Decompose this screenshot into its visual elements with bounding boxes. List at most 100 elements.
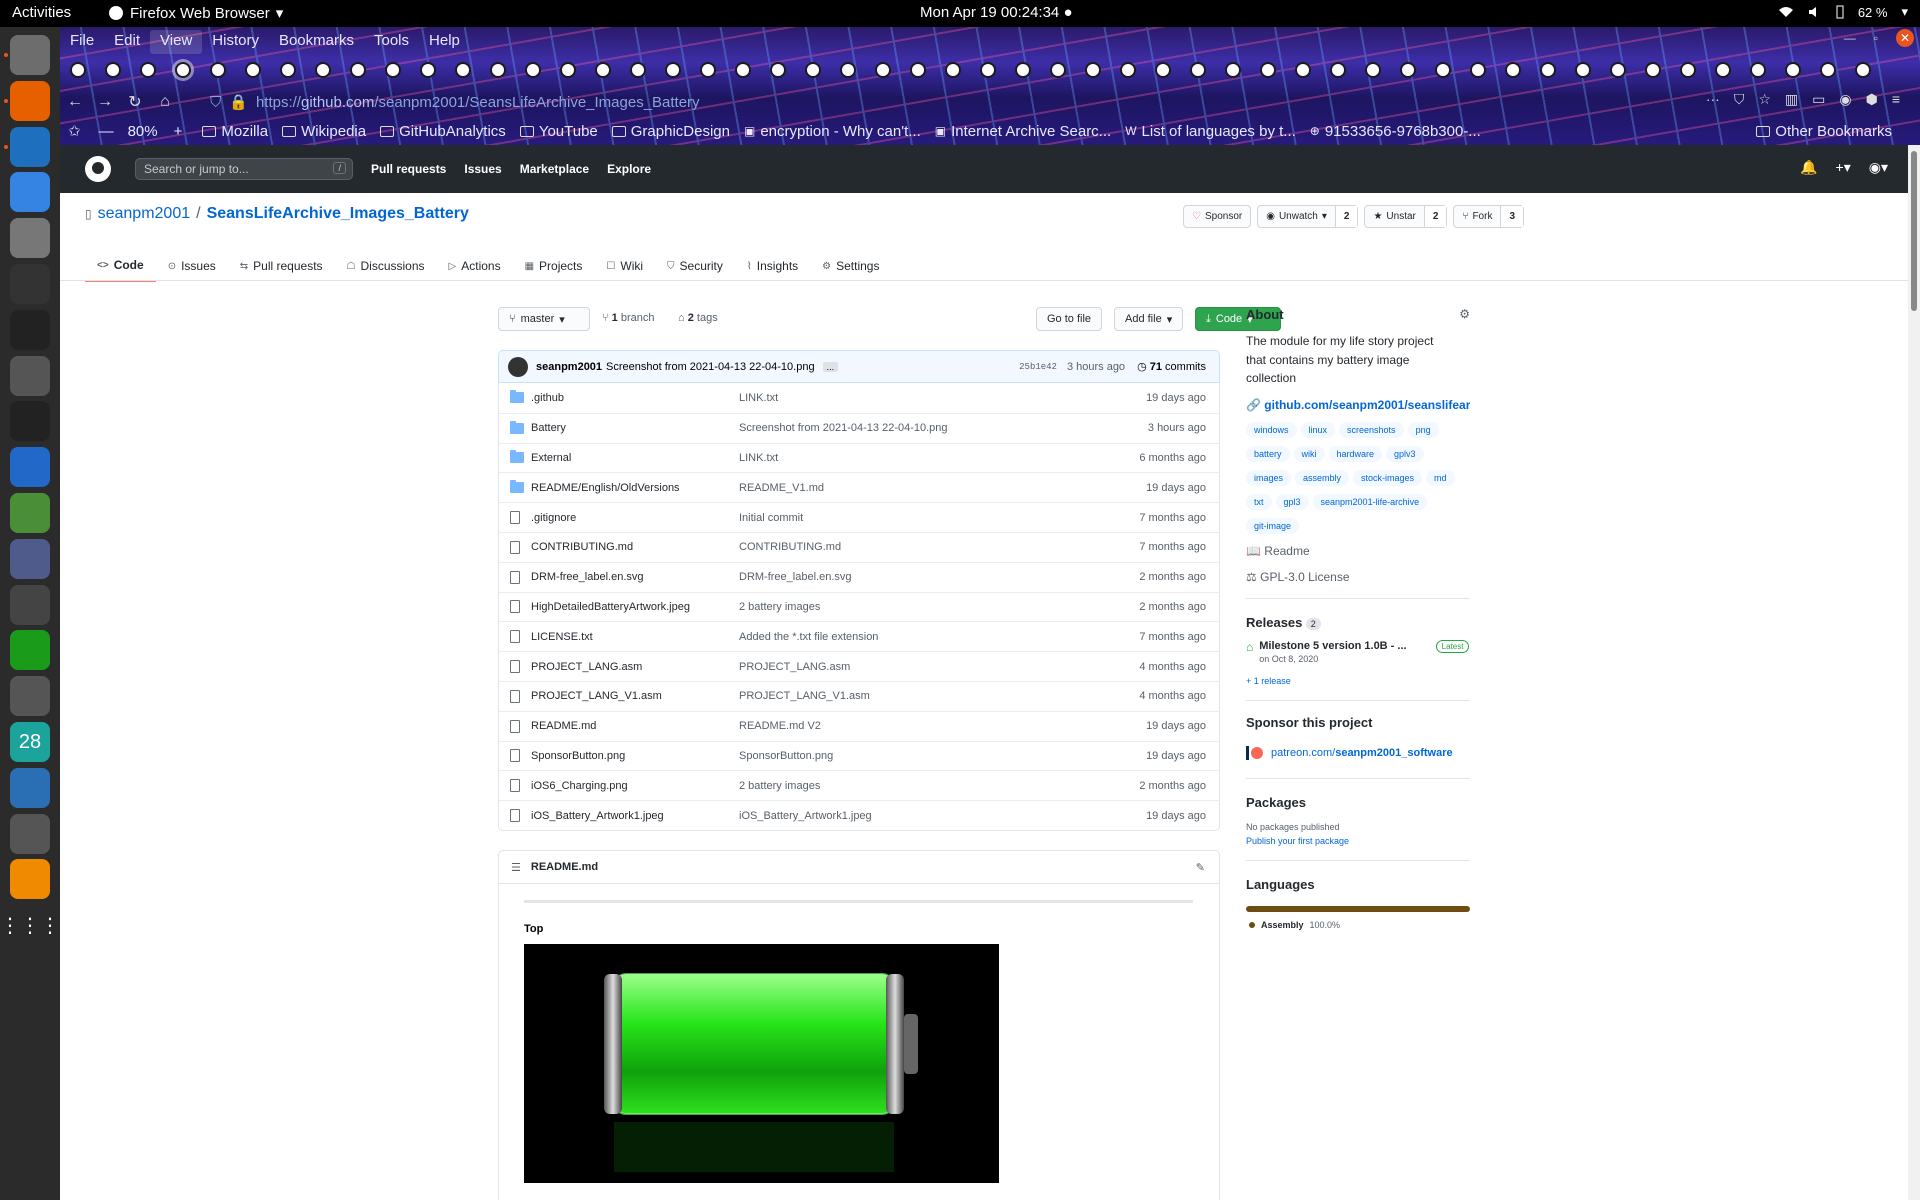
tab-wiki[interactable]: ☐ Wiki <box>594 250 655 282</box>
commit-message-link[interactable]: iOS_Battery_Artwork1.jpeg <box>739 810 1119 822</box>
file-row[interactable]: LICENSE.txt Added the *.txt file extensio… <box>499 621 1219 651</box>
commit-message-link[interactable]: CONTRIBUTING.md <box>739 541 1119 553</box>
browser-tab[interactable] <box>690 55 725 85</box>
file-row[interactable]: CONTRIBUTING.md CONTRIBUTING.md 7 months a… <box>499 531 1219 562</box>
sponsor-button[interactable]: ♡ Sponsor <box>1183 205 1252 228</box>
file-row[interactable]: SponsorButton.png SponsorButton.png 19 day… <box>499 740 1219 771</box>
virtualbox-icon[interactable] <box>10 767 50 808</box>
topic-tag[interactable]: gpl3 <box>1275 493 1309 510</box>
file-name-link[interactable]: PROJECT_LANG_V1.asm <box>531 690 739 702</box>
topic-tag[interactable]: screenshots <box>1339 421 1404 438</box>
browser-tab[interactable] <box>1320 55 1355 85</box>
gear-icon[interactable]: ⚙ <box>1459 307 1470 322</box>
tab-pull-requests[interactable]: ⇆ Pull requests <box>228 250 335 282</box>
topic-tag[interactable]: png <box>1407 421 1439 438</box>
latest-release[interactable]: ⌂ Milestone 5 version 1.0B - ... Latest … <box>1246 639 1536 664</box>
browser-tab[interactable] <box>1005 55 1040 85</box>
tab-code[interactable]: <> Code <box>85 250 156 282</box>
nav-marketplace[interactable]: Marketplace <box>520 162 589 176</box>
browser-tab[interactable] <box>1040 55 1075 85</box>
scrollbar-thumb[interactable] <box>1911 151 1917 311</box>
topic-tag[interactable]: seanpm2001-life-archive <box>1312 493 1428 510</box>
topic-tag[interactable]: linux <box>1300 421 1336 438</box>
hamburger-menu-icon[interactable]: ≡ <box>1892 91 1900 108</box>
maximize-icon[interactable]: ▫ <box>1874 31 1878 45</box>
topic-tag[interactable]: images <box>1246 469 1292 486</box>
file-name-link[interactable]: README.md <box>531 720 739 732</box>
menu-file[interactable]: File <box>60 30 104 54</box>
tab-settings[interactable]: ⚙ Settings <box>810 250 891 282</box>
create-new-icon[interactable]: +▾ <box>1836 159 1851 176</box>
sysprof-icon[interactable] <box>10 401 50 442</box>
bookmark-star-icon[interactable]: ☆ <box>1758 91 1771 108</box>
commits-link[interactable]: ◷ 71 commits <box>1137 360 1206 373</box>
browser-tab[interactable] <box>1250 55 1285 85</box>
page-actions-icon[interactable]: ··· <box>1706 91 1720 108</box>
repo-name-link[interactable]: SeansLifeArchive_Images_Battery <box>207 205 469 223</box>
packages-title[interactable]: Packages <box>1246 795 1536 810</box>
file-row[interactable]: .gitignore Initial commit 7 months ago <box>499 502 1219 532</box>
commit-message-link[interactable]: Screenshot from 2021-04-13 22-04-10.png <box>739 422 1119 434</box>
file-name-link[interactable]: SponsorButton.png <box>531 750 739 762</box>
bookmark-item[interactable]: GitHubAnalytics <box>380 123 506 140</box>
pencil-icon[interactable]: ✎ <box>1196 861 1205 874</box>
fork-button[interactable]: ⑂ Fork 3 <box>1453 205 1524 228</box>
nav-issues[interactable]: Issues <box>464 162 501 176</box>
file-row[interactable]: DRM-free_label.en.svg DRM-free_label.en.s… <box>499 561 1219 592</box>
browser-tab[interactable] <box>1670 55 1705 85</box>
tab-issues[interactable]: ⊙ Issues <box>156 250 228 282</box>
minimize-icon[interactable]: — <box>1844 31 1856 45</box>
browser-tab[interactable] <box>375 55 410 85</box>
file-row[interactable]: README/English/OldVersions README_V1.md 19… <box>499 472 1219 502</box>
bookmark-manager-icon[interactable]: ✩ <box>68 122 81 140</box>
browser-tab[interactable] <box>725 55 760 85</box>
commit-message[interactable]: Screenshot from 2021-04-13 22-04-10.png <box>606 361 815 373</box>
search-icon[interactable] <box>10 355 50 396</box>
boxes-icon[interactable] <box>10 493 50 533</box>
topic-tag[interactable]: git-image <box>1246 517 1300 534</box>
system-monitor-icon[interactable] <box>10 264 50 304</box>
topic-tag[interactable]: battery <box>1246 445 1290 462</box>
text-editor-icon[interactable] <box>10 447 50 488</box>
browser-tab[interactable] <box>1425 55 1460 85</box>
library-icon[interactable]: ▥ <box>1785 91 1798 108</box>
browser-tab[interactable] <box>970 55 1005 85</box>
reload-icon[interactable]: ↻ <box>120 92 150 112</box>
file-row[interactable]: PROJECT_LANG.asm PROJECT_LANG.asm 4 months… <box>499 651 1219 681</box>
file-row[interactable]: .github LINK.txt 19 days ago <box>499 383 1219 413</box>
firefox-icon[interactable] <box>10 80 50 121</box>
browser-tab[interactable] <box>655 55 690 85</box>
browser-tab[interactable] <box>1285 55 1320 85</box>
bookmark-item[interactable]: ⊕ 91533656-9768b300-... <box>1310 123 1481 140</box>
commit-sha[interactable]: 25b1e42 <box>1019 362 1057 372</box>
browser-tab[interactable] <box>865 55 900 85</box>
browser-tab[interactable] <box>1215 55 1250 85</box>
clock[interactable]: Mon Apr 19 00:24:34 ● <box>920 4 1073 21</box>
commit-message-link[interactable]: SponsorButton.png <box>739 750 1119 762</box>
file-row[interactable]: README.md README.md V2 19 days ago <box>499 710 1219 741</box>
account-icon[interactable]: ◉ <box>1839 91 1851 108</box>
browser-tab[interactable] <box>1110 55 1145 85</box>
nav-pull-requests[interactable]: Pull requests <box>371 162 446 176</box>
browser-tab[interactable] <box>1810 55 1845 85</box>
file-name-link[interactable]: Battery <box>531 422 739 434</box>
commit-message-link[interactable]: README_V1.md <box>739 482 1119 494</box>
commit-message-link[interactable]: PROJECT_LANG.asm <box>739 661 1119 673</box>
tab-projects[interactable]: ▦ Projects <box>513 250 595 282</box>
commit-message-link[interactable]: PROJECT_LANG_V1.asm <box>739 690 1119 702</box>
browser-tab[interactable] <box>1845 55 1880 85</box>
menu-bookmarks[interactable]: Bookmarks <box>269 30 364 54</box>
topic-tag[interactable]: wiki <box>1293 445 1325 462</box>
magnifier-icon[interactable] <box>10 813 50 854</box>
browser-tab[interactable] <box>340 55 375 85</box>
url-bar[interactable]: ⛉ 🔒 https://github.com/seanpm2001/SeansL… <box>210 90 1770 114</box>
bookmark-item[interactable]: YouTube <box>519 123 598 140</box>
file-name-link[interactable]: .gitignore <box>531 512 739 524</box>
browser-tab[interactable] <box>830 55 865 85</box>
file-row[interactable]: PROJECT_LANG_V1.asm PROJECT_LANG_V1.asm 4 … <box>499 680 1219 711</box>
topic-tag[interactable]: txt <box>1246 493 1272 510</box>
ublock-icon[interactable]: ⬢ <box>1866 91 1878 108</box>
other-bookmarks[interactable]: Other Bookmarks <box>1756 123 1892 140</box>
file-name-link[interactable]: DRM-free_label.en.svg <box>531 571 739 583</box>
commit-message-link[interactable]: Added the *.txt file extension <box>739 631 1119 643</box>
